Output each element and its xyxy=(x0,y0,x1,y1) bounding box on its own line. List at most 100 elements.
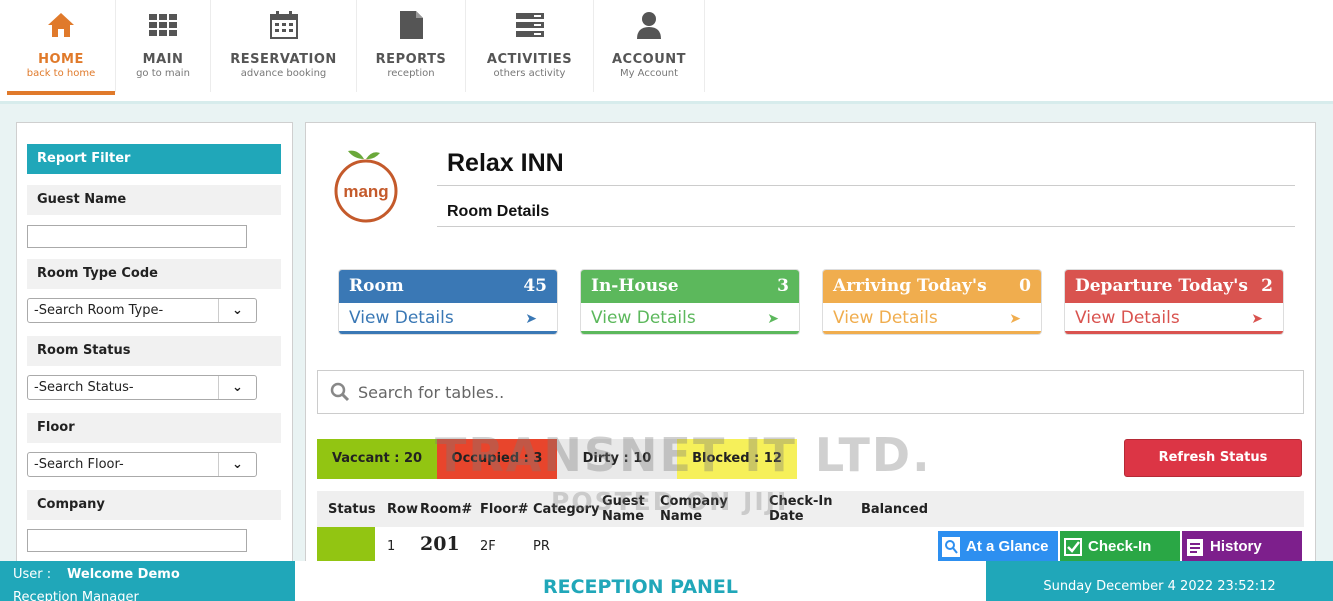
chevron-down-icon: ⌄ xyxy=(218,376,256,399)
row-number: 1 xyxy=(387,539,396,554)
user-label: User : xyxy=(13,567,52,582)
arriving-today-card[interactable]: Arriving Today's 0 View Details ➤ xyxy=(822,269,1042,335)
nav-home-title: HOME xyxy=(38,52,84,67)
user-icon xyxy=(637,12,661,39)
departure-today-card-count: 2 xyxy=(1261,276,1273,296)
room-status-select[interactable]: -Search Status- ⌄ xyxy=(27,375,257,400)
column-row: Row xyxy=(387,501,418,517)
at-a-glance-button[interactable]: At a Glance xyxy=(938,531,1058,563)
departure-today-card-view-details[interactable]: View Details xyxy=(1075,308,1180,328)
in-house-card[interactable]: In-House 3 View Details ➤ xyxy=(580,269,800,335)
nav-activities[interactable]: ACTIVITIES others activity xyxy=(466,0,594,92)
in-house-card-title: In-House xyxy=(591,276,679,296)
chevron-down-icon: ⌄ xyxy=(218,453,256,476)
nav-home[interactable]: HOME back to home xyxy=(7,0,116,95)
arrow-right-icon: ➤ xyxy=(525,310,537,326)
column-status: Status xyxy=(328,501,376,517)
report-filter-panel: Report Filter Guest Name Room Type Code … xyxy=(16,122,293,572)
column-floor: Floor# xyxy=(480,501,529,517)
table-header: Status Row Room# Floor# Category Guest N… xyxy=(317,491,1304,527)
nav-reports-sub: reception xyxy=(387,68,435,79)
room-status-label: Room Status xyxy=(27,336,281,366)
departure-today-card-title: Departure Today's xyxy=(1075,276,1248,296)
room-card[interactable]: Room 45 View Details ➤ xyxy=(338,269,558,335)
nav-reports[interactable]: REPORTS reception xyxy=(357,0,466,92)
nav-main-title: MAIN xyxy=(142,52,184,67)
checkbox-icon xyxy=(1064,538,1082,556)
page-title: Room Details xyxy=(447,203,550,220)
nav-account[interactable]: ACCOUNT My Account xyxy=(594,0,705,92)
room-card-view-details[interactable]: View Details xyxy=(349,308,454,328)
nav-home-sub: back to home xyxy=(26,68,96,79)
room-type-select[interactable]: -Search Room Type- ⌄ xyxy=(27,298,257,323)
grid-icon xyxy=(149,14,177,36)
table-search-input[interactable] xyxy=(358,379,1258,405)
divider xyxy=(437,226,1295,227)
nav-activities-title: ACTIVITIES xyxy=(486,52,573,67)
floor-label: Floor xyxy=(27,413,281,443)
svg-text:mang: mang xyxy=(343,182,388,201)
panel-title: RECEPTION PANEL xyxy=(295,561,986,601)
room-type-label: Room Type Code xyxy=(27,259,281,289)
room-category: PR xyxy=(533,539,550,554)
nav-main[interactable]: MAIN go to main xyxy=(116,0,211,92)
check-in-label: Check-In xyxy=(1088,538,1152,555)
room-status-select-value: -Search Status- xyxy=(34,380,134,395)
arriving-today-card-count: 0 xyxy=(1019,276,1031,296)
check-in-button[interactable]: Check-In xyxy=(1060,531,1180,563)
table-search[interactable] xyxy=(317,370,1304,414)
in-house-card-count: 3 xyxy=(777,276,789,296)
company-label: Company xyxy=(27,490,281,520)
history-button[interactable]: History xyxy=(1182,531,1302,563)
nav-reports-title: REPORTS xyxy=(375,52,447,67)
room-details-panel: mang Relax INN Room Details Room 45 View … xyxy=(305,122,1316,572)
column-room: Room# xyxy=(420,501,473,517)
column-guest-name: Guest Name xyxy=(602,494,645,524)
nav-reservation-title: RESERVATION xyxy=(230,52,337,67)
dirty-status[interactable]: Dirty : 10 xyxy=(557,439,677,479)
footer-user-info: User : Welcome Demo Reception Manager xyxy=(0,561,295,601)
nav-account-sub: My Account xyxy=(619,68,679,79)
column-category: Category xyxy=(533,501,600,517)
column-check-in-date: Check-In Date xyxy=(769,494,833,524)
nav-reservation-sub: advance booking xyxy=(240,68,327,79)
report-filter-header: Report Filter xyxy=(27,144,281,174)
company-input[interactable] xyxy=(27,529,247,552)
blocked-status[interactable]: Blocked : 12 xyxy=(677,439,797,479)
departure-today-card[interactable]: Departure Today's 2 View Details ➤ xyxy=(1064,269,1284,335)
room-card-count: 45 xyxy=(523,276,547,296)
floor-number: 2F xyxy=(480,539,496,554)
room-card-title: Room xyxy=(349,276,404,296)
document-icon xyxy=(400,11,423,39)
magnifier-icon xyxy=(942,537,960,557)
hotel-name: Relax INN xyxy=(447,149,564,177)
clipboard-icon xyxy=(1187,539,1203,556)
history-label: History xyxy=(1210,538,1262,555)
hotel-logo: mang xyxy=(334,150,398,223)
room-type-select-value: -Search Room Type- xyxy=(34,303,164,318)
vacant-status[interactable]: Vaccant : 20 xyxy=(317,439,437,479)
arriving-today-card-title: Arriving Today's xyxy=(833,276,987,296)
user-name: Welcome Demo xyxy=(67,567,180,582)
nav-reservation[interactable]: RESERVATION advance booking xyxy=(211,0,357,92)
refresh-status-button[interactable]: Refresh Status xyxy=(1124,439,1302,477)
home-icon xyxy=(48,13,74,37)
in-house-card-view-details[interactable]: View Details xyxy=(591,308,696,328)
nav-main-sub: go to main xyxy=(136,68,190,79)
guest-name-input[interactable] xyxy=(27,225,247,248)
at-a-glance-label: At a Glance xyxy=(966,538,1049,555)
arrow-right-icon: ➤ xyxy=(767,310,779,326)
nav-account-title: ACCOUNT xyxy=(612,52,686,67)
guest-name-label: Guest Name xyxy=(27,185,281,215)
column-balanced: Balanced xyxy=(861,501,928,517)
search-icon xyxy=(330,382,350,402)
arriving-today-card-view-details[interactable]: View Details xyxy=(833,308,938,328)
divider xyxy=(437,185,1295,186)
floor-select[interactable]: -Search Floor- ⌄ xyxy=(27,452,257,477)
column-company-name: Company Name xyxy=(660,494,728,524)
user-role: Reception Manager xyxy=(13,590,139,601)
arrow-right-icon: ➤ xyxy=(1251,310,1263,326)
occupied-status[interactable]: Occupied : 3 xyxy=(437,439,557,479)
arrow-right-icon: ➤ xyxy=(1009,310,1021,326)
top-navigation: HOME back to home MAIN go to main RESERV… xyxy=(0,0,1333,104)
